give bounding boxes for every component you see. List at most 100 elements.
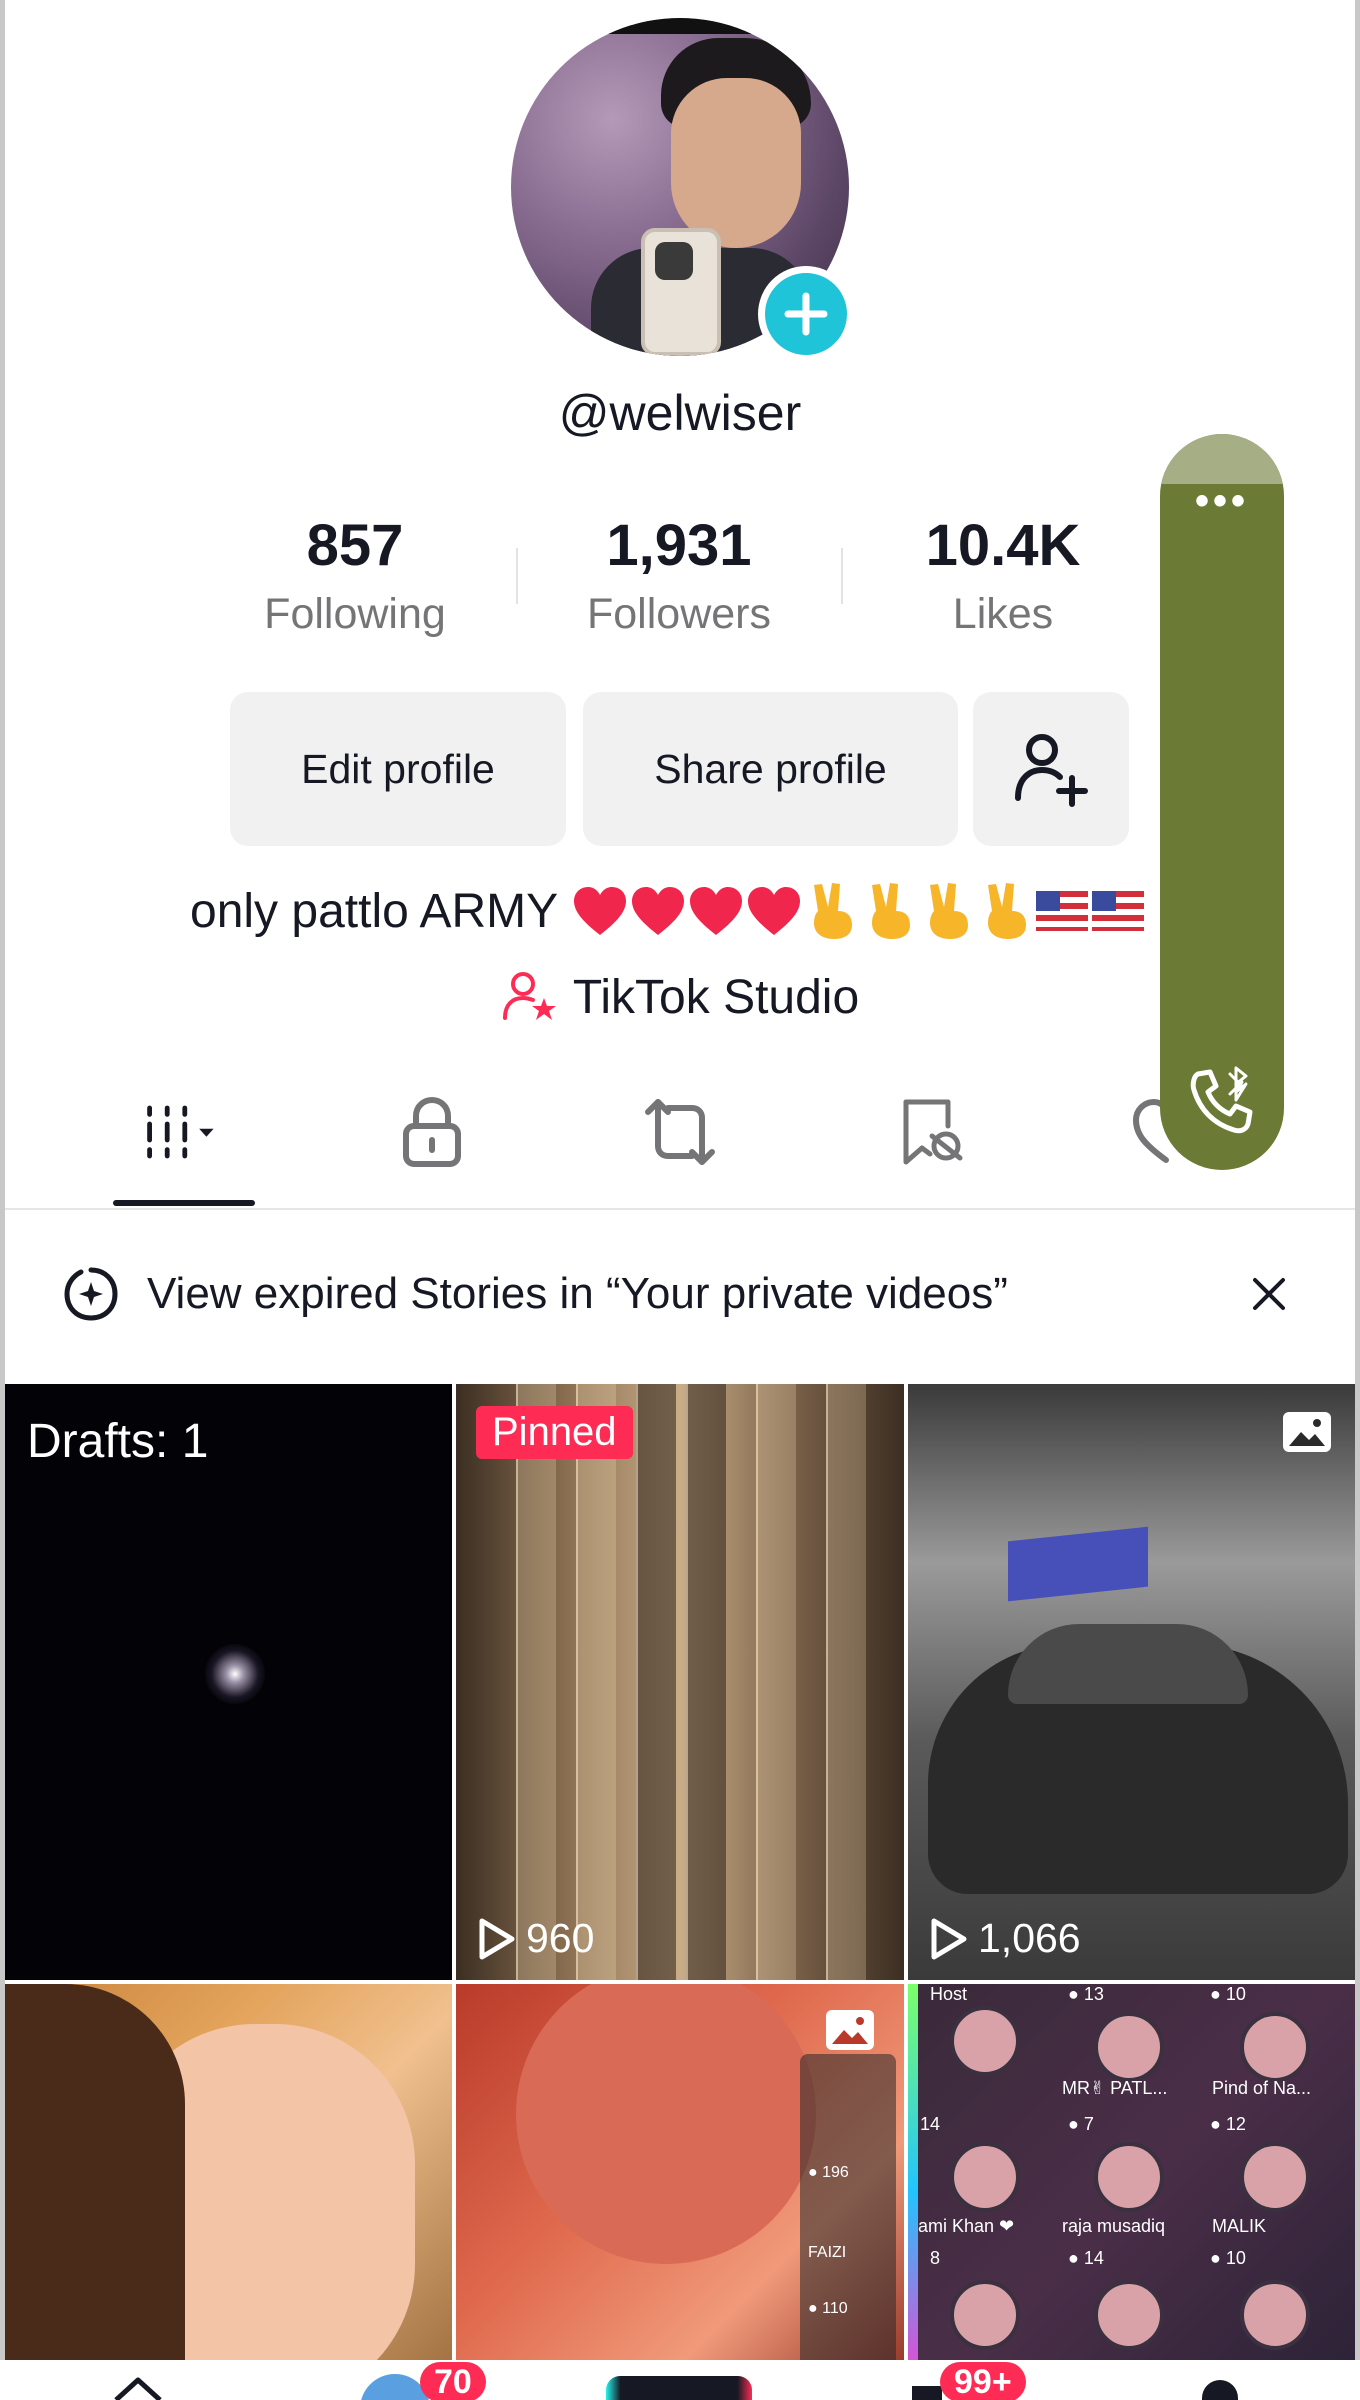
tab-private[interactable] — [392, 1092, 472, 1172]
thumbnail-screen — [1008, 1526, 1148, 1602]
saved-icon — [903, 1099, 963, 1165]
tabs-divider — [5, 1208, 1355, 1210]
play-icon — [479, 1918, 515, 1959]
tab-videos[interactable] — [140, 1092, 220, 1172]
stat-likes-value: 10.4K — [925, 513, 1081, 578]
studio-user-star-icon — [502, 972, 556, 1020]
tile-count: ● 7 — [1068, 2114, 1094, 2134]
frame-edge-right — [1355, 0, 1360, 2400]
photo-icon — [1283, 1412, 1331, 1452]
participant-name: MALIK — [1212, 2216, 1267, 2236]
play-icon — [931, 1918, 967, 1959]
participant-avatar — [1240, 2142, 1310, 2212]
close-icon[interactable] — [1245, 1270, 1293, 1318]
participant-avatar — [950, 2280, 1020, 2350]
drafts-label: Drafts: 1 — [27, 1415, 209, 1468]
tab-saved[interactable] — [892, 1092, 972, 1172]
edit-profile-button[interactable]: Edit profile — [230, 692, 566, 846]
heart-emoji-icon — [574, 887, 627, 935]
share-profile-button[interactable]: Share profile — [583, 692, 958, 846]
mirror-effect-strip — [636, 1384, 676, 1980]
avatar-top-band — [511, 18, 849, 34]
repost-icon — [645, 1099, 715, 1165]
profile-username: @welwiser — [558, 385, 802, 441]
participant-avatar — [950, 2142, 1020, 2212]
story-sparkle-icon — [64, 1267, 118, 1321]
widget-handle[interactable] — [1160, 434, 1284, 484]
mirror-effect-strip — [686, 1384, 726, 1980]
participant-name: Pind of Na... — [1212, 2078, 1312, 2098]
tab-reposts[interactable] — [640, 1092, 720, 1172]
tile-count-value: 10 — [1225, 2248, 1246, 2268]
tiktok-studio-label: TikTok Studio — [572, 970, 860, 1024]
live-chip: ● 196 — [808, 2164, 849, 2181]
active-tab-indicator — [113, 1200, 255, 1206]
thumbnail-subject — [516, 1984, 816, 2264]
expired-stories-banner[interactable]: View expired Stories in “Your private vi… — [5, 1226, 1355, 1362]
mirror-effect-strip — [756, 1384, 796, 1980]
photo-tile[interactable]: 1,066 — [908, 1384, 1355, 1980]
victory-hand-emoji-icon — [872, 883, 911, 939]
stat-following-label: Following — [264, 590, 446, 638]
stat-following-value: 857 — [306, 513, 404, 578]
stat-followers[interactable]: 1,931 Followers — [519, 510, 839, 644]
tile-count-value: 10 — [1225, 1984, 1246, 2004]
bio-emojis — [572, 881, 1148, 941]
live-preview-strip: ● 196 FAIZI ● 110 — [800, 2054, 896, 2400]
victory-hand-emoji-icon — [930, 883, 969, 939]
more-dots-icon[interactable]: ••• — [1160, 481, 1284, 521]
victory-hand-emoji-icon — [814, 883, 853, 939]
thumbnail-car-window — [1008, 1624, 1248, 1704]
live-replay-tile[interactable]: Host ● 13 ● 10 MR✌ PATL... Pind of Na...… — [908, 1984, 1355, 2400]
create-button[interactable] — [606, 2376, 752, 2400]
tile-count-value: 14 — [920, 2114, 941, 2134]
draft-thumbnail-glow — [205, 1644, 265, 1704]
floating-call-widget[interactable]: ••• — [1160, 434, 1284, 1170]
tile-count: ● 10 — [1210, 2248, 1246, 2268]
tile-count: 14 — [920, 2114, 940, 2135]
view-count-value: 960 — [526, 1915, 595, 1961]
participant-name: ami Khan ❤ — [918, 2216, 1015, 2236]
inbox-icon[interactable] — [912, 2386, 942, 2400]
us-flag-emoji-icon — [1092, 891, 1145, 931]
avatar-face — [671, 78, 801, 248]
live-chip-name: FAIZI — [808, 2244, 847, 2261]
neon-border — [908, 1984, 918, 2400]
victory-hand-emoji-icon — [988, 883, 1027, 939]
tile-count-value: 13 — [1083, 1984, 1104, 2004]
avatar-phone — [641, 228, 721, 356]
tiktok-studio-link[interactable]: TikTok Studio — [0, 968, 1360, 1026]
add-friends-button[interactable] — [973, 692, 1129, 846]
heart-emoji-icon — [748, 887, 801, 935]
grid-icon — [147, 1105, 214, 1159]
stat-divider — [516, 548, 518, 604]
stat-followers-value: 1,931 — [606, 513, 752, 578]
tile-count-value: 7 — [1083, 2114, 1094, 2134]
video-tile[interactable]: Pinned 960 — [456, 1384, 904, 1980]
home-icon[interactable] — [112, 2376, 164, 2400]
add-story-button[interactable] — [758, 266, 854, 362]
stat-followers-label: Followers — [587, 590, 771, 638]
participant-name: MR✌ PATL... — [1062, 2078, 1168, 2098]
live-chip-count: 110 — [822, 2300, 848, 2317]
inbox-badge: 99+ — [940, 2362, 1026, 2400]
mirror-effect-strip — [826, 1384, 866, 1980]
bluetooth-call-icon[interactable] — [1184, 1064, 1260, 1140]
photo-tile[interactable]: ● 196 FAIZI ● 110 — [456, 1984, 904, 2400]
live-chip: ● 110 — [808, 2300, 848, 2317]
plus-icon — [784, 292, 828, 336]
draft-tile[interactable]: Drafts: 1 — [5, 1384, 452, 1980]
tile-count: 8 — [930, 2248, 940, 2269]
add-user-icon — [1015, 734, 1088, 807]
lock-icon — [403, 1096, 461, 1167]
participant-avatar — [1094, 2280, 1164, 2350]
participant-avatar — [1094, 2142, 1164, 2212]
avatar-phone-camera — [655, 242, 693, 280]
friends-badge: 70 — [420, 2362, 486, 2400]
thumbnail-hair — [5, 1984, 185, 2400]
video-tile[interactable] — [5, 1984, 452, 2400]
stat-likes[interactable]: 10.4K Likes — [843, 510, 1163, 644]
stat-following[interactable]: 857 Following — [195, 510, 515, 644]
tile-count: ● 12 — [1210, 2114, 1246, 2134]
tile-count: ● 14 — [1068, 2248, 1104, 2268]
